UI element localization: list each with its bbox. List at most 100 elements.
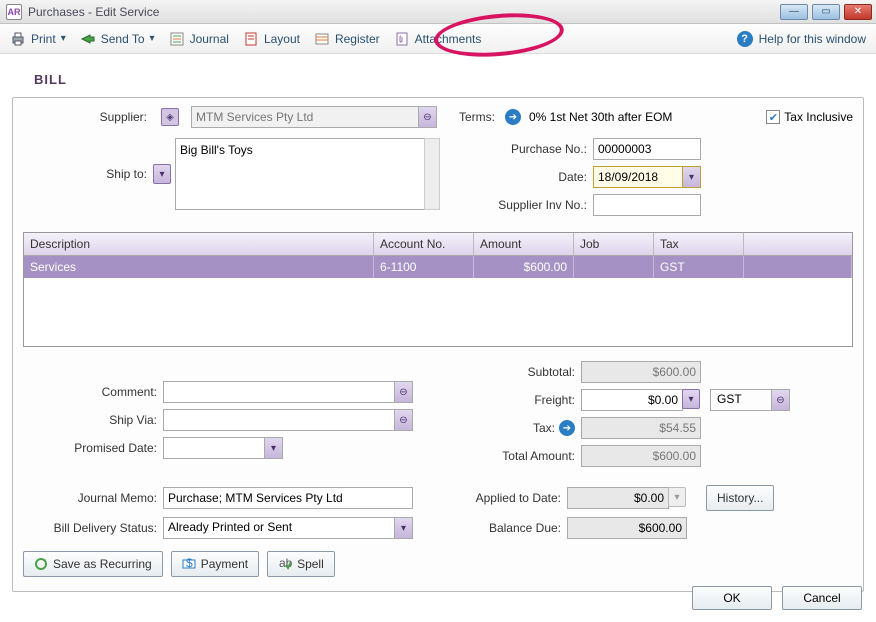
save-recurring-button[interactable]: Save as Recurring: [23, 551, 163, 577]
attachments-label: Attachments: [415, 32, 482, 46]
journal-button[interactable]: Journal: [169, 31, 229, 47]
page-title: BILL: [34, 72, 864, 87]
register-icon: [314, 31, 330, 47]
tax-inclusive-label: Tax Inclusive: [784, 110, 853, 124]
promised-date-label: Promised Date:: [23, 441, 163, 455]
title-bar: AR Purchases - Edit Service — ▭ ✕: [0, 0, 876, 24]
grid-body[interactable]: Services 6-1100 $600.00 GST: [24, 256, 852, 346]
tax-label: Tax:: [533, 421, 555, 435]
promised-date-field[interactable]: ▾: [163, 437, 283, 459]
payment-icon: $: [182, 557, 196, 571]
maximize-button[interactable]: ▭: [812, 4, 840, 20]
freight-field[interactable]: [581, 389, 683, 411]
ok-button[interactable]: OK: [692, 586, 772, 610]
supplier-value: MTM Services Pty Ltd: [192, 110, 418, 124]
col-amount[interactable]: Amount: [474, 233, 574, 255]
minimize-button[interactable]: —: [780, 4, 808, 20]
applied-label: Applied to Date:: [449, 491, 567, 505]
layout-label: Layout: [264, 32, 300, 46]
delivery-value[interactable]: Already Printed or Sent: [164, 518, 394, 538]
grid-row[interactable]: Services 6-1100 $600.00 GST: [24, 256, 852, 278]
cell-job[interactable]: [574, 256, 654, 278]
tax-inclusive-checkbox[interactable]: ✔ Tax Inclusive: [766, 110, 853, 124]
help-icon: ?: [737, 31, 753, 47]
cell-amount[interactable]: $600.00: [474, 256, 574, 278]
history-button[interactable]: History...: [706, 485, 774, 511]
dropdown-icon[interactable]: ▾: [394, 518, 412, 538]
comment-label: Comment:: [23, 385, 163, 399]
ship-via-label: Ship Via:: [23, 413, 163, 427]
print-label: Print: [31, 32, 56, 46]
help-link[interactable]: ? Help for this window: [737, 31, 866, 47]
form-panel: Supplier: ◈ MTM Services Pty Ltd ⊖ Terms…: [12, 97, 864, 592]
layout-button[interactable]: Layout: [243, 31, 300, 47]
terms-value: 0% 1st Net 30th after EOM: [529, 110, 672, 124]
balance-label: Balance Due:: [449, 521, 567, 535]
attachments-button[interactable]: Attachments: [394, 31, 482, 47]
supplier-lookup-icon[interactable]: ◈: [161, 108, 179, 126]
cell-spacer: [744, 256, 852, 278]
arrow-icon[interactable]: ➔: [559, 420, 575, 436]
spell-button[interactable]: ab Spell: [267, 551, 335, 577]
supplier-combo[interactable]: MTM Services Pty Ltd ⊖: [191, 106, 437, 128]
ship-to-field[interactable]: Big Bill's Toys: [175, 138, 425, 210]
total-label: Total Amount:: [463, 449, 581, 463]
freight-tax-combo[interactable]: GST ⊖: [710, 389, 790, 411]
dropdown-icon[interactable]: ▾: [682, 389, 700, 409]
send-to-label: Send To: [101, 32, 145, 46]
dropdown-icon[interactable]: ▾: [668, 487, 686, 507]
supplier-label: Supplier:: [23, 110, 153, 124]
dropdown-icon[interactable]: ⊖: [394, 410, 412, 430]
supplier-inv-field[interactable]: [593, 194, 701, 216]
caret-icon: ▾: [61, 33, 66, 44]
col-account[interactable]: Account No.: [374, 233, 474, 255]
total-field: [581, 445, 701, 467]
scrollbar[interactable]: [424, 138, 440, 210]
tax-field: [581, 417, 701, 439]
close-button[interactable]: ✕: [844, 4, 872, 20]
print-button[interactable]: Print ▾: [10, 31, 66, 47]
date-picker-icon[interactable]: ▾: [264, 438, 282, 458]
register-button[interactable]: Register: [314, 31, 380, 47]
app-icon: AR: [6, 4, 22, 20]
line-items-grid: Description Account No. Amount Job Tax S…: [23, 232, 853, 347]
freight-tax-value: GST: [711, 390, 771, 410]
promised-date-value: [164, 438, 264, 458]
ship-via-field[interactable]: ⊖: [163, 409, 413, 431]
register-label: Register: [335, 32, 380, 46]
comment-value: [164, 382, 394, 402]
send-to-button[interactable]: Send To ▾: [80, 31, 155, 47]
toolbar: Print ▾ Send To ▾ Journal Layout Registe…: [0, 24, 876, 54]
journal-icon: [169, 31, 185, 47]
balance-field: [567, 517, 687, 539]
subtotal-label: Subtotal:: [463, 365, 581, 379]
payment-button[interactable]: $ Payment: [171, 551, 259, 577]
cell-account[interactable]: 6-1100: [374, 256, 474, 278]
memo-field[interactable]: [163, 487, 413, 509]
ship-to-select-icon[interactable]: ▾: [153, 164, 171, 184]
comment-field[interactable]: ⊖: [163, 381, 413, 403]
dropdown-icon[interactable]: ⊖: [394, 382, 412, 402]
dropdown-icon[interactable]: ⊖: [418, 107, 436, 127]
paperclip-icon: [394, 31, 410, 47]
ship-via-value: [164, 410, 394, 430]
grid-header: Description Account No. Amount Job Tax: [24, 233, 852, 256]
col-description[interactable]: Description: [24, 233, 374, 255]
printer-icon: [10, 31, 26, 47]
caret-icon: ▾: [150, 33, 155, 44]
purchase-no-field[interactable]: [593, 138, 701, 160]
svg-text:$: $: [186, 557, 193, 570]
cancel-button[interactable]: Cancel: [782, 586, 862, 610]
date-picker-icon[interactable]: ▾: [682, 167, 700, 187]
date-field[interactable]: [594, 167, 682, 187]
col-spacer: [744, 233, 852, 255]
col-job[interactable]: Job: [574, 233, 654, 255]
purchase-no-label: Purchase No.:: [483, 142, 593, 156]
date-field-wrap: ▾: [593, 166, 701, 188]
col-tax[interactable]: Tax: [654, 233, 744, 255]
dropdown-icon[interactable]: ⊖: [771, 390, 789, 410]
arrow-icon[interactable]: ➔: [505, 109, 521, 125]
cell-description[interactable]: Services: [24, 256, 374, 278]
subtotal-field: [581, 361, 701, 383]
cell-tax[interactable]: GST: [654, 256, 744, 278]
